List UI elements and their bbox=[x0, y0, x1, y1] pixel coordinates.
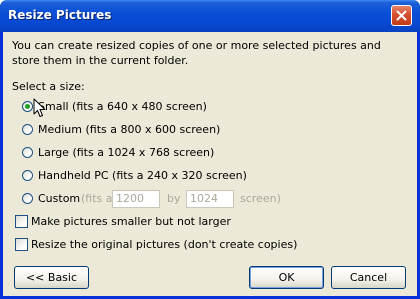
custom-screen-text: screen) bbox=[240, 192, 281, 205]
radio-small-label[interactable]: Small (fits a 640 x 480 screen) bbox=[38, 100, 207, 113]
mouse-pointer-icon bbox=[33, 98, 46, 117]
close-icon bbox=[396, 10, 407, 21]
radio-handheld-label[interactable]: Handheld PC (fits a 240 x 320 screen) bbox=[38, 169, 247, 182]
custom-height-input: 1024 bbox=[186, 190, 234, 208]
custom-by-text: by bbox=[167, 192, 181, 205]
custom-width-input: 1200 bbox=[112, 190, 160, 208]
radio-large-label[interactable]: Large (fits a 1024 x 768 screen) bbox=[38, 146, 214, 159]
radio-medium-label[interactable]: Medium (fits a 800 x 600 screen) bbox=[38, 123, 220, 136]
title-bar[interactable]: Resize Pictures bbox=[0, 0, 420, 32]
radio-option-custom: Custom (fits a 1200 by 1024 screen) bbox=[22, 190, 282, 208]
custom-fits-a-text: (fits a bbox=[81, 192, 113, 205]
basic-button[interactable]: << Basic bbox=[14, 266, 89, 289]
radio-medium-button[interactable] bbox=[22, 124, 33, 135]
radio-small-button[interactable] bbox=[22, 101, 33, 112]
checkbox-originals-label[interactable]: Resize the original pictures (don't crea… bbox=[31, 238, 297, 251]
select-size-label: Select a size: bbox=[12, 80, 85, 93]
close-button[interactable] bbox=[391, 5, 412, 26]
radio-custom-label: Custom bbox=[38, 192, 81, 205]
checkbox-originals-box[interactable] bbox=[15, 238, 28, 251]
checkbox-smaller-label[interactable]: Make pictures smaller but not larger bbox=[31, 215, 231, 228]
radio-large-button[interactable] bbox=[22, 147, 33, 158]
cancel-button[interactable]: Cancel bbox=[331, 266, 406, 289]
radio-custom-button[interactable] bbox=[22, 193, 33, 204]
checkbox-smaller-box[interactable] bbox=[15, 215, 28, 228]
ok-button[interactable]: OK bbox=[249, 266, 324, 289]
radio-handheld-button[interactable] bbox=[22, 170, 33, 181]
description-text: You can create resized copies of one or … bbox=[12, 39, 381, 67]
window-title: Resize Pictures bbox=[8, 8, 112, 22]
